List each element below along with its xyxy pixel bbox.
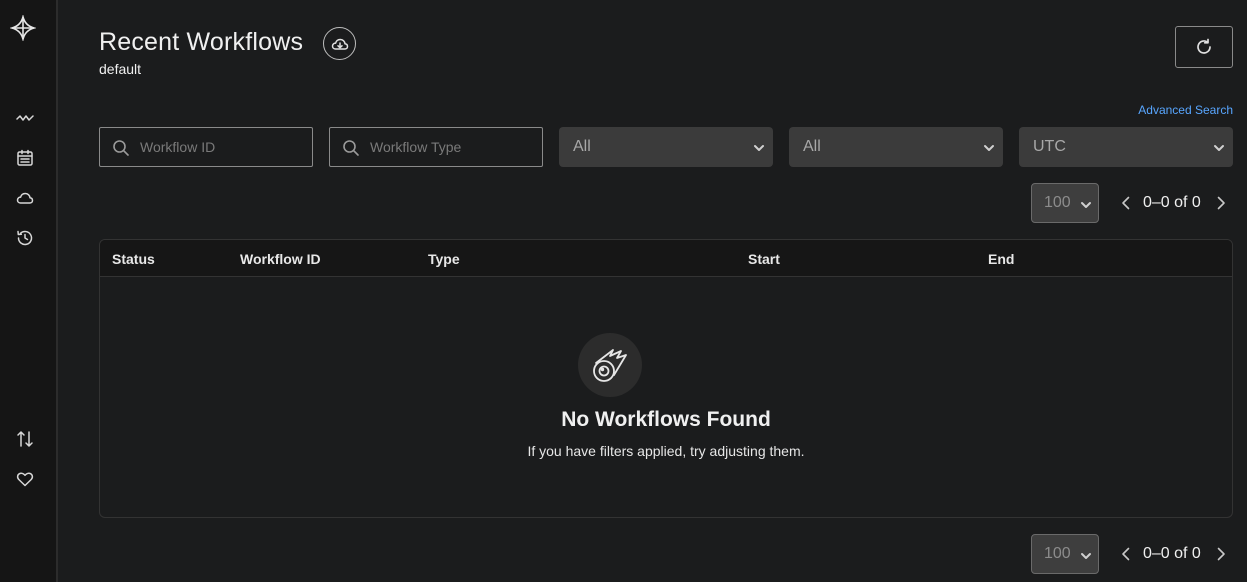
empty-state-subtitle: If you have filters applied, try adjusti… — [527, 443, 805, 459]
timezone-select[interactable]: UTC — [1019, 127, 1233, 167]
previous-page-button-bottom[interactable] — [1119, 546, 1133, 562]
cloud-icon[interactable] — [14, 187, 36, 209]
chevron-left-icon — [1122, 196, 1130, 210]
workflows-table: Status Workflow ID Type Start End No Wor… — [99, 239, 1233, 518]
workflow-id-input[interactable] — [140, 128, 308, 166]
page-size-select-bottom[interactable]: 100 — [1031, 534, 1099, 574]
main-content: Recent Workflows default Advanced Search… — [99, 0, 1233, 582]
next-page-button[interactable] — [1214, 195, 1228, 211]
page-size-value: 100 — [1044, 194, 1071, 211]
workflow-id-search[interactable] — [99, 127, 313, 167]
table-header: Status Workflow ID Type Start End — [100, 240, 1232, 277]
column-header-start: Start — [748, 251, 780, 267]
page-size-select[interactable]: 100 — [1031, 183, 1099, 223]
column-header-end: End — [988, 251, 1015, 267]
timezone-select-value: UTC — [1033, 138, 1066, 155]
chevron-down-icon — [1213, 141, 1225, 153]
chevron-down-icon — [753, 141, 765, 153]
pulse-icon[interactable] — [14, 107, 36, 129]
time-range-select-value: All — [803, 138, 821, 155]
heart-icon[interactable] — [14, 468, 36, 490]
temporal-logo-icon[interactable] — [8, 13, 38, 43]
namespace-label: default — [99, 61, 142, 77]
chevron-down-icon — [983, 141, 995, 153]
chevron-down-icon — [1080, 549, 1092, 561]
chevron-right-icon — [1217, 547, 1225, 561]
advanced-search-link[interactable]: Advanced Search — [1138, 103, 1233, 117]
status-select-value: All — [573, 138, 591, 155]
column-header-type: Type — [428, 251, 460, 267]
next-page-button-bottom[interactable] — [1214, 546, 1228, 562]
workflow-type-search[interactable] — [329, 127, 543, 167]
pagination-range: 0–0 of 0 — [1143, 194, 1201, 211]
workflow-type-input[interactable] — [370, 128, 538, 166]
chevron-down-icon — [1080, 198, 1092, 210]
cloud-download-button[interactable] — [323, 27, 356, 60]
refresh-icon — [1197, 38, 1211, 54]
sidebar — [0, 0, 58, 582]
search-icon — [113, 140, 129, 156]
refresh-button[interactable] — [1175, 26, 1233, 68]
column-header-workflow-id: Workflow ID — [240, 251, 321, 267]
time-range-select[interactable]: All — [789, 127, 1003, 167]
pagination-range-bottom: 0–0 of 0 — [1143, 545, 1201, 562]
calendar-icon[interactable] — [14, 147, 36, 169]
empty-state-title: No Workflows Found — [561, 408, 771, 431]
chevron-right-icon — [1217, 196, 1225, 210]
comet-icon — [578, 333, 642, 397]
page-size-value: 100 — [1044, 545, 1071, 562]
arrows-updown-icon[interactable] — [14, 428, 36, 450]
search-icon — [343, 140, 359, 156]
column-header-status: Status — [112, 251, 155, 267]
cloud-download-icon — [331, 38, 348, 50]
previous-page-button[interactable] — [1119, 195, 1133, 211]
status-select[interactable]: All — [559, 127, 773, 167]
empty-state: No Workflows Found If you have filters a… — [100, 277, 1232, 517]
page-title: Recent Workflows — [99, 28, 304, 56]
history-icon[interactable] — [14, 227, 36, 249]
chevron-left-icon — [1122, 547, 1130, 561]
